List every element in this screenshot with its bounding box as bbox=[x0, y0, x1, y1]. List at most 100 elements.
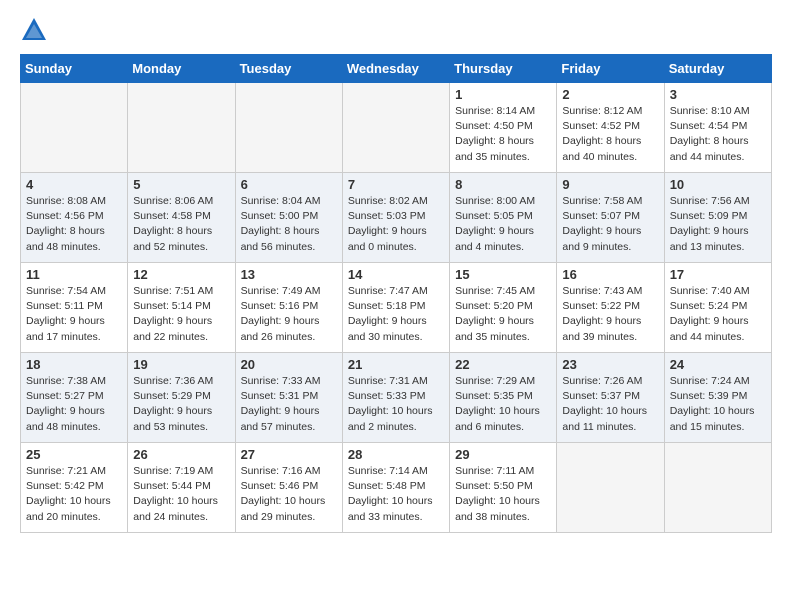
calendar-cell: 5 Sunrise: 8:06 AM Sunset: 4:58 PM Daylig… bbox=[128, 173, 235, 263]
day-info: Sunrise: 7:43 AM Sunset: 5:22 PM Dayligh… bbox=[562, 284, 658, 345]
day-number: 6 bbox=[241, 177, 337, 192]
week-row-1: 1 Sunrise: 8:14 AM Sunset: 4:50 PM Daylig… bbox=[21, 83, 772, 173]
calendar-cell: 1 Sunrise: 8:14 AM Sunset: 4:50 PM Daylig… bbox=[450, 83, 557, 173]
weekday-header-monday: Monday bbox=[128, 55, 235, 83]
day-info: Sunrise: 8:10 AM Sunset: 4:54 PM Dayligh… bbox=[670, 104, 766, 165]
day-number: 23 bbox=[562, 357, 658, 372]
day-number: 26 bbox=[133, 447, 229, 462]
day-info: Sunrise: 7:58 AM Sunset: 5:07 PM Dayligh… bbox=[562, 194, 658, 255]
day-info: Sunrise: 7:40 AM Sunset: 5:24 PM Dayligh… bbox=[670, 284, 766, 345]
calendar-cell: 21 Sunrise: 7:31 AM Sunset: 5:33 PM Dayli… bbox=[342, 353, 449, 443]
day-number: 11 bbox=[26, 267, 122, 282]
day-info: Sunrise: 7:49 AM Sunset: 5:16 PM Dayligh… bbox=[241, 284, 337, 345]
calendar-cell: 14 Sunrise: 7:47 AM Sunset: 5:18 PM Dayli… bbox=[342, 263, 449, 353]
week-row-5: 25 Sunrise: 7:21 AM Sunset: 5:42 PM Dayli… bbox=[21, 443, 772, 533]
day-number: 9 bbox=[562, 177, 658, 192]
day-info: Sunrise: 7:11 AM Sunset: 5:50 PM Dayligh… bbox=[455, 464, 551, 525]
day-number: 4 bbox=[26, 177, 122, 192]
calendar-cell: 17 Sunrise: 7:40 AM Sunset: 5:24 PM Dayli… bbox=[664, 263, 771, 353]
header bbox=[20, 16, 772, 44]
weekday-header-sunday: Sunday bbox=[21, 55, 128, 83]
logo-icon bbox=[20, 16, 48, 44]
day-number: 21 bbox=[348, 357, 444, 372]
calendar-cell: 27 Sunrise: 7:16 AM Sunset: 5:46 PM Dayli… bbox=[235, 443, 342, 533]
calendar-cell: 25 Sunrise: 7:21 AM Sunset: 5:42 PM Dayli… bbox=[21, 443, 128, 533]
calendar-cell bbox=[664, 443, 771, 533]
calendar-cell: 22 Sunrise: 7:29 AM Sunset: 5:35 PM Dayli… bbox=[450, 353, 557, 443]
calendar-cell: 9 Sunrise: 7:58 AM Sunset: 5:07 PM Daylig… bbox=[557, 173, 664, 263]
calendar-cell: 19 Sunrise: 7:36 AM Sunset: 5:29 PM Dayli… bbox=[128, 353, 235, 443]
day-number: 17 bbox=[670, 267, 766, 282]
week-row-4: 18 Sunrise: 7:38 AM Sunset: 5:27 PM Dayli… bbox=[21, 353, 772, 443]
day-number: 10 bbox=[670, 177, 766, 192]
day-info: Sunrise: 7:19 AM Sunset: 5:44 PM Dayligh… bbox=[133, 464, 229, 525]
day-number: 3 bbox=[670, 87, 766, 102]
day-number: 13 bbox=[241, 267, 337, 282]
calendar-cell bbox=[21, 83, 128, 173]
day-info: Sunrise: 7:31 AM Sunset: 5:33 PM Dayligh… bbox=[348, 374, 444, 435]
day-info: Sunrise: 8:08 AM Sunset: 4:56 PM Dayligh… bbox=[26, 194, 122, 255]
day-number: 1 bbox=[455, 87, 551, 102]
calendar-cell: 11 Sunrise: 7:54 AM Sunset: 5:11 PM Dayli… bbox=[21, 263, 128, 353]
calendar-cell: 20Sunrise: 7:33 AM Sunset: 5:31 PM Dayli… bbox=[235, 353, 342, 443]
weekday-header-tuesday: Tuesday bbox=[235, 55, 342, 83]
day-info: Sunrise: 8:04 AM Sunset: 5:00 PM Dayligh… bbox=[241, 194, 337, 255]
day-info: Sunrise: 8:06 AM Sunset: 4:58 PM Dayligh… bbox=[133, 194, 229, 255]
day-info: Sunrise: 7:26 AM Sunset: 5:37 PM Dayligh… bbox=[562, 374, 658, 435]
calendar-cell: 24 Sunrise: 7:24 AM Sunset: 5:39 PM Dayli… bbox=[664, 353, 771, 443]
day-info: Sunrise: 7:45 AM Sunset: 5:20 PM Dayligh… bbox=[455, 284, 551, 345]
day-number: 16 bbox=[562, 267, 658, 282]
day-info: Sunrise: 7:29 AM Sunset: 5:35 PM Dayligh… bbox=[455, 374, 551, 435]
weekday-header-saturday: Saturday bbox=[664, 55, 771, 83]
calendar-cell: 26 Sunrise: 7:19 AM Sunset: 5:44 PM Dayli… bbox=[128, 443, 235, 533]
day-info: Sunrise: 7:47 AM Sunset: 5:18 PM Dayligh… bbox=[348, 284, 444, 345]
calendar-cell: 29 Sunrise: 7:11 AM Sunset: 5:50 PM Dayli… bbox=[450, 443, 557, 533]
day-number: 15 bbox=[455, 267, 551, 282]
calendar-cell: 8Sunrise: 8:00 AM Sunset: 5:05 PM Daylig… bbox=[450, 173, 557, 263]
calendar-cell: 12 Sunrise: 7:51 AM Sunset: 5:14 PM Dayli… bbox=[128, 263, 235, 353]
day-number: 7 bbox=[348, 177, 444, 192]
day-number: 19 bbox=[133, 357, 229, 372]
logo bbox=[20, 16, 52, 44]
day-number: 22 bbox=[455, 357, 551, 372]
day-info: Sunrise: 7:21 AM Sunset: 5:42 PM Dayligh… bbox=[26, 464, 122, 525]
day-info: Sunrise: 8:12 AM Sunset: 4:52 PM Dayligh… bbox=[562, 104, 658, 165]
day-info: Sunrise: 7:38 AM Sunset: 5:27 PM Dayligh… bbox=[26, 374, 122, 435]
day-number: 12 bbox=[133, 267, 229, 282]
calendar-cell bbox=[128, 83, 235, 173]
calendar-cell: 7Sunrise: 8:02 AM Sunset: 5:03 PM Daylig… bbox=[342, 173, 449, 263]
calendar-cell: 28Sunrise: 7:14 AM Sunset: 5:48 PM Dayli… bbox=[342, 443, 449, 533]
calendar-cell bbox=[235, 83, 342, 173]
day-number: 27 bbox=[241, 447, 337, 462]
day-info: Sunrise: 7:16 AM Sunset: 5:46 PM Dayligh… bbox=[241, 464, 337, 525]
day-number: 28 bbox=[348, 447, 444, 462]
calendar-table: SundayMondayTuesdayWednesdayThursdayFrid… bbox=[20, 54, 772, 533]
day-info: Sunrise: 8:00 AM Sunset: 5:05 PM Dayligh… bbox=[455, 194, 551, 255]
calendar-cell: 3 Sunrise: 8:10 AM Sunset: 4:54 PM Daylig… bbox=[664, 83, 771, 173]
weekday-header-row: SundayMondayTuesdayWednesdayThursdayFrid… bbox=[21, 55, 772, 83]
day-number: 2 bbox=[562, 87, 658, 102]
calendar-cell: 18 Sunrise: 7:38 AM Sunset: 5:27 PM Dayli… bbox=[21, 353, 128, 443]
weekday-header-friday: Friday bbox=[557, 55, 664, 83]
weekday-header-thursday: Thursday bbox=[450, 55, 557, 83]
week-row-3: 11 Sunrise: 7:54 AM Sunset: 5:11 PM Dayli… bbox=[21, 263, 772, 353]
calendar-cell: 2 Sunrise: 8:12 AM Sunset: 4:52 PM Daylig… bbox=[557, 83, 664, 173]
day-number: 29 bbox=[455, 447, 551, 462]
calendar-cell: 13 Sunrise: 7:49 AM Sunset: 5:16 PM Dayli… bbox=[235, 263, 342, 353]
day-info: Sunrise: 7:51 AM Sunset: 5:14 PM Dayligh… bbox=[133, 284, 229, 345]
day-number: 25 bbox=[26, 447, 122, 462]
day-info: Sunrise: 7:54 AM Sunset: 5:11 PM Dayligh… bbox=[26, 284, 122, 345]
calendar-cell: 16 Sunrise: 7:43 AM Sunset: 5:22 PM Dayli… bbox=[557, 263, 664, 353]
week-row-2: 4 Sunrise: 8:08 AM Sunset: 4:56 PM Daylig… bbox=[21, 173, 772, 263]
calendar-cell: 15 Sunrise: 7:45 AM Sunset: 5:20 PM Dayli… bbox=[450, 263, 557, 353]
day-info: Sunrise: 7:24 AM Sunset: 5:39 PM Dayligh… bbox=[670, 374, 766, 435]
day-info: Sunrise: 8:14 AM Sunset: 4:50 PM Dayligh… bbox=[455, 104, 551, 165]
day-info: Sunrise: 7:56 AM Sunset: 5:09 PM Dayligh… bbox=[670, 194, 766, 255]
day-number: 14 bbox=[348, 267, 444, 282]
calendar-cell bbox=[342, 83, 449, 173]
weekday-header-wednesday: Wednesday bbox=[342, 55, 449, 83]
day-number: 24 bbox=[670, 357, 766, 372]
day-number: 5 bbox=[133, 177, 229, 192]
day-info: Sunrise: 7:36 AM Sunset: 5:29 PM Dayligh… bbox=[133, 374, 229, 435]
day-number: 18 bbox=[26, 357, 122, 372]
